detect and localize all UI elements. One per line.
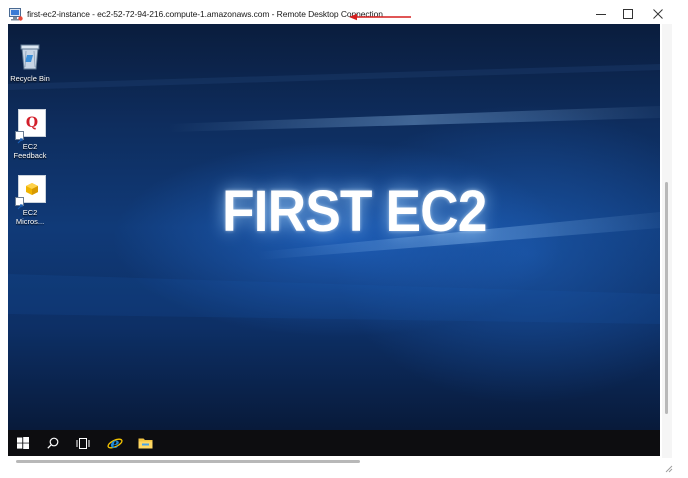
resize-grip-icon[interactable] (664, 460, 673, 473)
file-explorer-button[interactable] (130, 430, 160, 456)
task-view-icon (76, 437, 90, 449)
desktop-icon-label: EC2 Micros... (15, 208, 45, 226)
ec2-feedback-icon: Q (14, 108, 46, 144)
remote-desktop-screen[interactable]: FIRST EC2 Recycle Bin Q EC2 Feedback EC2… (8, 24, 660, 430)
taskbar: e (8, 430, 660, 456)
task-view-button[interactable] (68, 430, 98, 456)
desktop-icon-label: Recycle Bin (10, 74, 50, 83)
desktop-icon-label: EC2 Feedback (13, 142, 47, 160)
maximize-icon (623, 9, 633, 19)
desktop-icon-ec2-feedback[interactable]: Q EC2 Feedback (8, 108, 52, 160)
minimize-icon (596, 14, 606, 15)
vertical-scrollbar-thumb[interactable] (665, 182, 668, 414)
shortcut-arrow-icon (15, 131, 24, 144)
internet-explorer-icon: e (107, 436, 123, 451)
horizontal-scrollbar-thumb[interactable] (16, 460, 360, 463)
remote-desktop-icon (9, 8, 23, 21)
desktop-icon-recycle-bin[interactable]: Recycle Bin (8, 40, 52, 83)
svg-text:e: e (111, 436, 120, 451)
search-button[interactable] (38, 430, 68, 456)
close-icon (653, 9, 663, 19)
ec2-microsoft-icon (14, 174, 46, 210)
shortcut-arrow-icon (15, 197, 24, 210)
windows-start-icon (17, 437, 29, 449)
internet-explorer-button[interactable]: e (100, 430, 130, 456)
start-button[interactable] (8, 430, 38, 456)
wallpaper-title: FIRST EC2 (222, 179, 487, 244)
window-title: first-ec2-instance - ec2-52-72-94-216.co… (27, 9, 383, 19)
annotation-arrow (348, 9, 412, 21)
recycle-bin-icon (14, 40, 46, 72)
desktop-icon-ec2-microsoft[interactable]: EC2 Micros... (8, 174, 52, 226)
search-icon (47, 437, 59, 449)
folder-icon (138, 438, 152, 449)
